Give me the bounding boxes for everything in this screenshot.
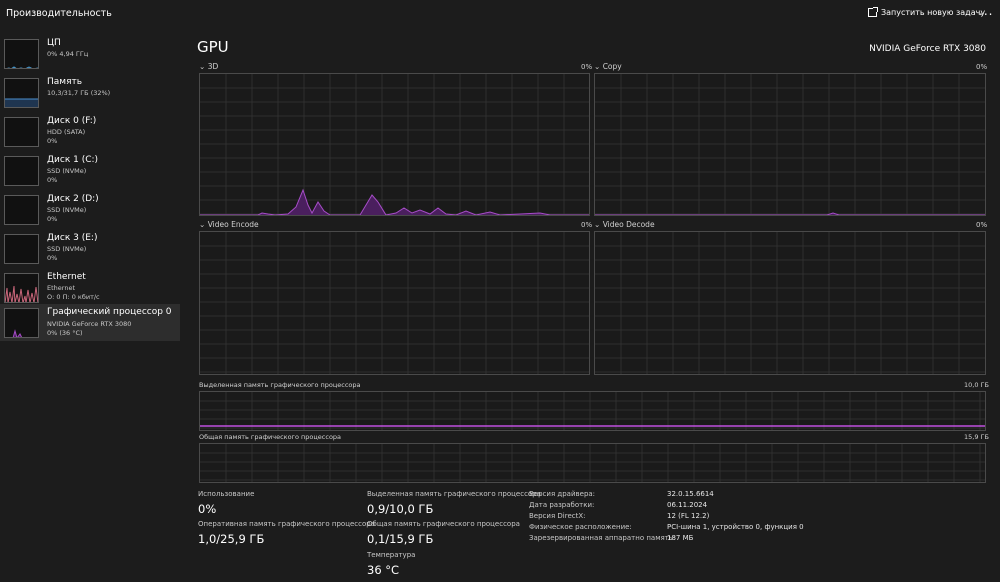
chevron-down-icon: ⌄ (594, 62, 601, 71)
sidebar-item-sub: 0% 4,94 ГГц (47, 50, 89, 58)
gpu-ram-label: Оперативная память графического процессо… (198, 520, 375, 528)
sidebar-item-name: Графический процессор 0 (47, 307, 172, 317)
sidebar-item-disk1[interactable]: Диск 1 (C:) SSD (NVMe) 0% (0, 153, 180, 191)
graph-copy-selector[interactable]: ⌄ Copy (594, 62, 622, 71)
chevron-down-icon: ⌄ (199, 220, 206, 229)
gpu-title: GPU (197, 38, 229, 56)
dedicated-stat-label: Выделенная память графического процессор… (367, 490, 541, 498)
driver-date-label: Дата разработки: (529, 501, 595, 509)
driver-version-label: Версия драйвера: (529, 490, 596, 498)
sidebar-item-sub: SSD (NVMe) (47, 245, 87, 253)
graph-shared-memory (199, 443, 986, 483)
disk3-thumbnail (4, 234, 39, 264)
driver-version-value: 32.0.15.6614 (667, 490, 714, 498)
sidebar-item-value: О: 0 П: 0 кбит/с (47, 293, 100, 301)
graph-decode-label: Video Decode (602, 220, 655, 229)
sidebar-item-memory[interactable]: Память 10,3/31,7 ГБ (32%) (0, 75, 180, 113)
sidebar-item-name: Диск 2 (D:) (47, 194, 99, 204)
shared-memory-max: 15,9 ГБ (964, 433, 989, 441)
chevron-down-icon: ⌄ (594, 220, 601, 229)
directx-version-value: 12 (FL 12.2) (667, 512, 710, 520)
graph-decode-selector[interactable]: ⌄ Video Decode (594, 220, 655, 229)
sidebar-item-sub: NVIDIA GeForce RTX 3080 (47, 320, 132, 328)
graph-copy-pct: 0% (976, 63, 988, 71)
graph-3d-pct: 0% (581, 63, 593, 71)
sidebar-item-name: Память (47, 77, 83, 87)
sidebar-item-value: 0% (47, 254, 58, 262)
sidebar-item-value: 0% (47, 176, 58, 184)
page-title: Производительность (6, 8, 112, 19)
physical-location-value: PCI-шина 1, устройство 0, функция 0 (667, 523, 804, 531)
sidebar-item-name: ЦП (47, 38, 61, 48)
shared-memory-label: Общая память графического процессора (199, 433, 342, 441)
sidebar-item-sub: SSD (NVMe) (47, 206, 87, 214)
sidebar-item-disk0[interactable]: Диск 0 (F:) HDD (SATA) 0% (0, 114, 180, 152)
graph-encode-label: Video Encode (207, 220, 259, 229)
sidebar-item-name: Диск 3 (E:) (47, 233, 98, 243)
sidebar-item-gpu0[interactable]: Графический процессор 0 NVIDIA GeForce R… (0, 304, 180, 341)
usage-value: 0% (198, 502, 217, 516)
cpu-thumbnail (4, 39, 39, 69)
sidebar-item-sub: 10,3/31,7 ГБ (32%) (47, 89, 111, 97)
run-new-task-button[interactable]: Запустить новую задачу (868, 7, 986, 17)
run-new-task-label: Запустить новую задачу (881, 8, 986, 17)
temperature-label: Температура (367, 551, 416, 559)
memory-thumbnail (4, 78, 39, 108)
graph-decode-pct: 0% (976, 221, 988, 229)
chevron-down-icon: ⌄ (199, 62, 206, 71)
dedicated-memory-max: 10,0 ГБ (964, 381, 989, 389)
graph-encode-selector[interactable]: ⌄ Video Encode (199, 220, 259, 229)
gpu-ram-value: 1,0/25,9 ГБ (198, 532, 265, 546)
graph-encode (199, 231, 590, 375)
graph-3d (199, 73, 590, 216)
sidebar-item-ethernet[interactable]: Ethernet Ethernet О: 0 П: 0 кбит/с (0, 270, 180, 308)
more-icon[interactable]: ... (979, 4, 993, 18)
sidebar-item-name: Диск 0 (F:) (47, 116, 97, 126)
sidebar-item-cpu[interactable]: ЦП 0% 4,94 ГГц (0, 36, 180, 74)
graph-3d-label: 3D (207, 62, 219, 71)
directx-version-label: Версия DirectX: (529, 512, 586, 520)
graph-decode (594, 231, 986, 375)
3d-usage-trace (200, 188, 589, 215)
run-task-icon (868, 7, 878, 17)
sidebar-item-name: Ethernet (47, 272, 86, 282)
sidebar-item-sub: Ethernet (47, 284, 75, 292)
gpu-model: NVIDIA GeForce RTX 3080 (869, 44, 986, 54)
title-bar: Производительность Запустить новую задач… (0, 0, 1000, 28)
disk0-thumbnail (4, 117, 39, 147)
sidebar-item-sub: SSD (NVMe) (47, 167, 87, 175)
sidebar-item-value: 0% (36 °C) (47, 329, 83, 337)
graph-copy (594, 73, 986, 216)
graph-encode-pct: 0% (581, 221, 593, 229)
sidebar-item-value: 0% (47, 137, 58, 145)
reserved-memory-label: Зарезервированная аппаратно память: (529, 534, 676, 542)
gpu-thumbnail (4, 308, 39, 338)
shared-stat-label: Общая память графического процессора (367, 520, 520, 528)
temperature-value: 36 °C (367, 563, 400, 577)
dedicated-memory-label: Выделенная память графического процессор… (199, 381, 361, 389)
dedicated-stat-value: 0,9/10,0 ГБ (367, 502, 434, 516)
ethernet-thumbnail (4, 273, 39, 303)
sidebar-item-value: 0% (47, 215, 58, 223)
sidebar-item-sub: HDD (SATA) (47, 128, 86, 136)
reserved-memory-value: 187 МБ (667, 534, 694, 542)
shared-stat-value: 0,1/15,9 ГБ (367, 532, 434, 546)
physical-location-label: Физическое расположение: (529, 523, 632, 531)
graph-copy-label: Copy (602, 62, 622, 71)
graph-dedicated-memory (199, 391, 986, 431)
usage-label: Использование (198, 490, 255, 498)
sidebar-item-name: Диск 1 (C:) (47, 155, 99, 165)
disk2-thumbnail (4, 195, 39, 225)
disk1-thumbnail (4, 156, 39, 186)
sidebar-item-disk3[interactable]: Диск 3 (E:) SSD (NVMe) 0% (0, 231, 180, 269)
graph-3d-selector[interactable]: ⌄ 3D (199, 62, 218, 71)
sidebar-item-disk2[interactable]: Диск 2 (D:) SSD (NVMe) 0% (0, 192, 180, 230)
driver-date-value: 06.11.2024 (667, 501, 708, 509)
